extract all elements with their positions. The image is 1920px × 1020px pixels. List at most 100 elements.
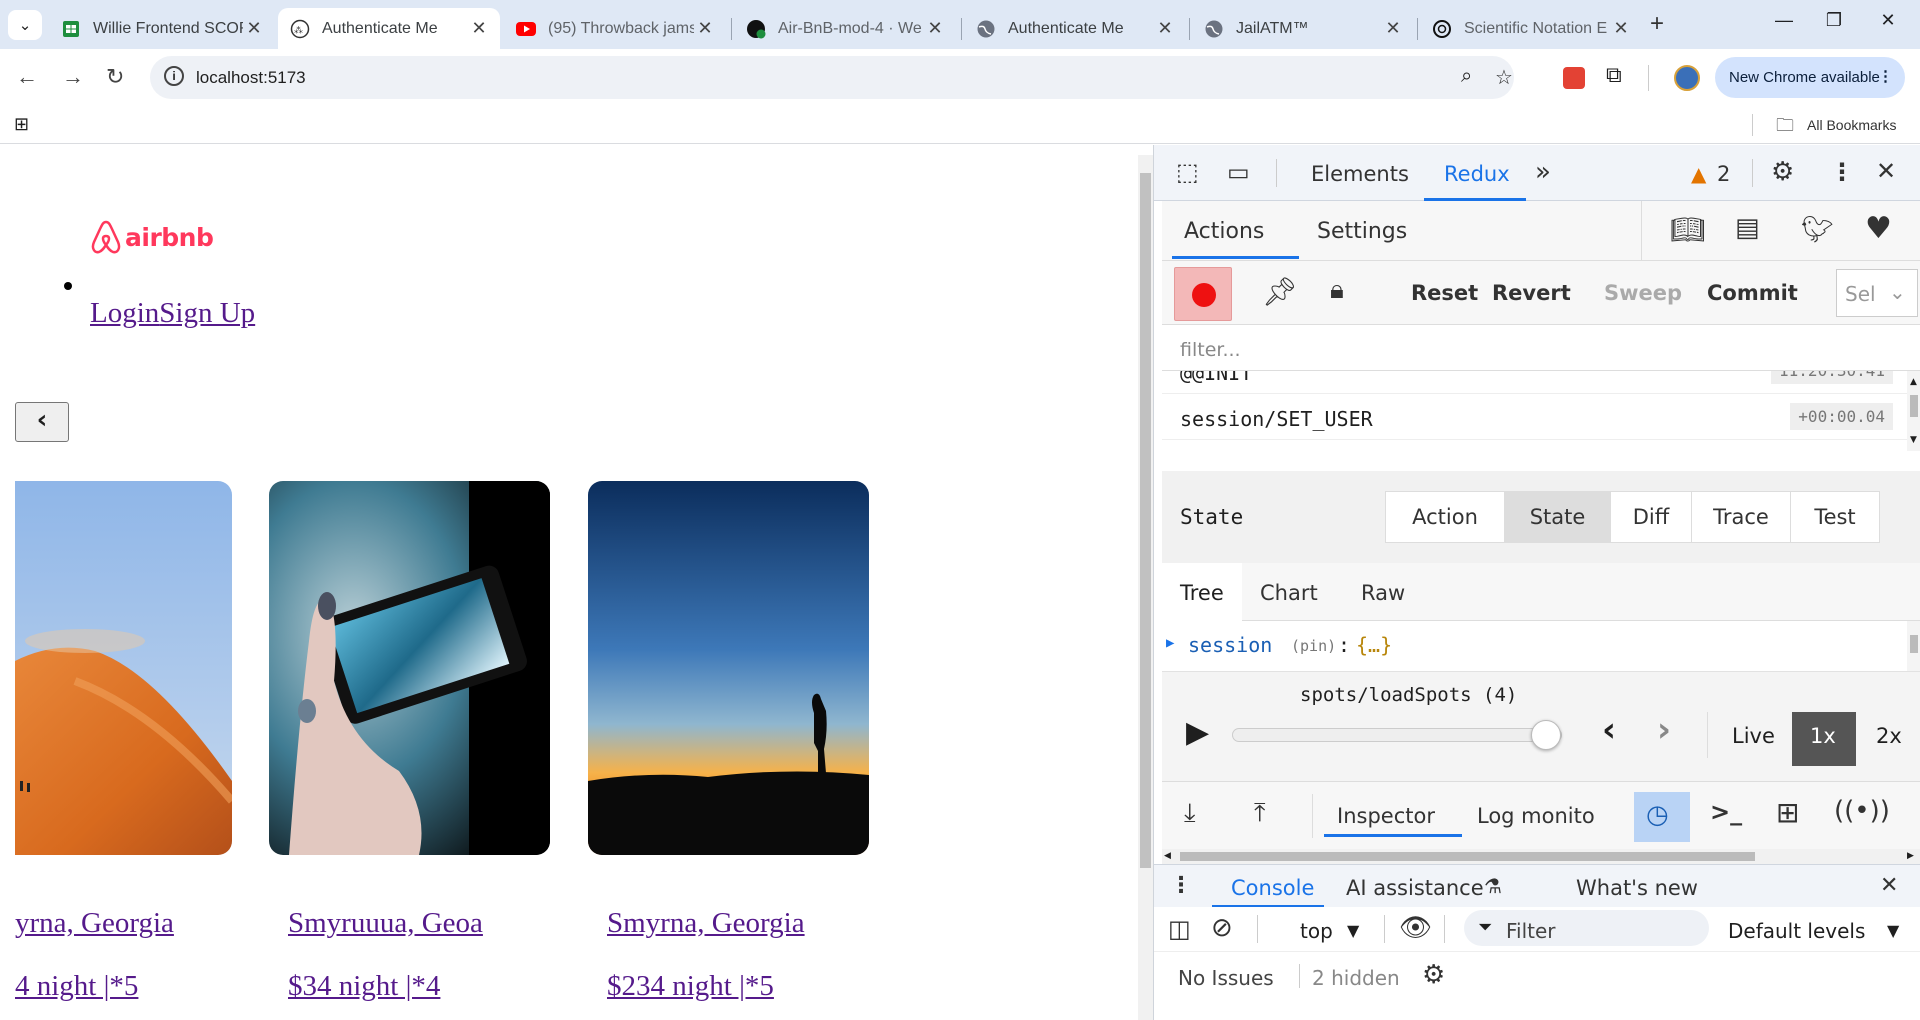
commit-button[interactable]: Commit [1707,281,1798,305]
tree-value[interactable]: {…} [1356,633,1392,657]
site-info-icon[interactable]: i [164,66,184,86]
heart-icon[interactable]: ♥ [1865,211,1892,246]
timeline-slider[interactable] [1232,720,1562,750]
window-close-icon[interactable]: ✕ [1864,10,1912,31]
close-icon[interactable]: ✕ [694,18,716,39]
horizontal-scrollbar[interactable]: ◀ ▶ [1162,849,1920,864]
tab-scientific-notation[interactable]: Scientific Notation E ✕ [1420,8,1642,49]
spot-price-link[interactable]: $34 night |*4 [288,970,440,1003]
minimize-icon[interactable]: — [1760,10,1808,31]
close-drawer-icon[interactable]: ✕ [1880,873,1898,898]
hidden-count-label[interactable]: 2 hidden [1312,966,1400,990]
restore-icon[interactable]: ❐ [1810,10,1858,31]
close-devtools-icon[interactable]: ✕ [1876,157,1896,185]
view-tab-diff[interactable]: Diff [1610,491,1692,543]
apps-grid-icon[interactable]: ⊞ [14,114,29,135]
tab-willie-frontend[interactable]: Willie Frontend SCOR ✕ [49,8,275,49]
new-chrome-available-button[interactable]: New Chrome available ⋮ [1715,57,1905,98]
remote-broadcast-icon[interactable]: ((•)) [1834,796,1890,826]
revert-button[interactable]: Revert [1492,281,1571,305]
tab-authenticate-me-active[interactable]: ⁂ Authenticate Me ✕ [278,8,500,49]
extension-icon[interactable] [1563,67,1585,89]
drawer-tab-whats-new[interactable]: What's new [1576,876,1698,900]
kebab-menu-icon[interactable]: ⋮ [1830,158,1854,186]
scroll-right-arrow[interactable]: ▶ [1907,851,1914,861]
bookmark-star-icon[interactable]: ☆ [1495,65,1513,90]
inspect-element-icon[interactable]: ⬚ [1176,158,1199,186]
slider-knob[interactable] [1531,720,1561,750]
console-filter-input[interactable]: ⏷ Filter [1464,910,1709,946]
sidebar-toggle-icon[interactable]: ◫ [1168,915,1191,943]
spot-image-sunset[interactable] [588,481,869,855]
play-icon[interactable]: ▶ [1186,715,1209,750]
live-button[interactable]: Live [1732,724,1775,748]
device-toolbar-icon[interactable]: ▭ [1227,158,1250,186]
drawer-tab-console[interactable]: Console [1231,876,1314,900]
back-arrow-icon[interactable]: ← [16,64,38,90]
scroll-up-arrow[interactable]: ▲ [1910,377,1917,387]
state-tab-raw[interactable]: Raw [1361,581,1405,605]
spot-location-link[interactable]: Smyrna, Georgia [607,907,805,940]
state-tab-tree[interactable]: Tree [1162,563,1242,621]
spot-image-desert[interactable] [15,481,232,855]
new-tab-button[interactable]: + [1650,10,1664,38]
pin-icon[interactable]: 📌︎ [1262,275,1298,308]
state-tab-chart[interactable]: Chart [1260,581,1318,605]
close-icon[interactable]: ✕ [924,18,946,39]
all-bookmarks-label[interactable]: All Bookmarks [1807,117,1896,133]
spot-price-link[interactable]: $234 night |*5 [607,970,774,1003]
tab-elements[interactable]: Elements [1311,162,1409,186]
address-bar[interactable]: i localhost:5173 ⌕ ☆ [150,56,1514,99]
scrollbar-thumb[interactable] [1910,395,1918,417]
chevron-down-icon[interactable]: ▼ [1347,921,1359,940]
grid-icon[interactable]: ⊞ [1776,796,1799,829]
close-icon[interactable]: ✕ [1154,18,1176,39]
action-row[interactable]: session/SET_USER +00:00.04 [1162,395,1907,440]
log-levels-dropdown[interactable]: Default levels [1728,919,1865,943]
close-icon[interactable]: ✕ [243,18,265,39]
reset-button[interactable]: Reset [1411,281,1478,305]
import-icon[interactable]: ⤓ [1184,798,1196,829]
step-forward-icon[interactable]: › [1657,710,1671,750]
tree-scrollbar[interactable] [1907,621,1920,671]
settings-gear-icon[interactable]: ⚙ [1771,157,1794,187]
page-scrollbar[interactable] [1138,155,1153,1020]
twitter-icon[interactable]: 🐦︎ [1801,215,1834,245]
tab-air-bnb-mod-4[interactable]: Air-BnB-mod-4 · We ✕ [734,8,956,49]
monitor-tab-inspector[interactable]: Inspector [1337,804,1435,828]
state-tree-row[interactable]: ▶ session (pin) : {…} [1162,621,1907,671]
select-monitor-dropdown[interactable]: Sel ⌄ [1836,269,1918,317]
view-tab-trace[interactable]: Trace [1691,491,1791,543]
context-selector[interactable]: top [1300,919,1333,943]
tab-redux[interactable]: Redux [1444,162,1510,186]
view-tab-test[interactable]: Test [1790,491,1880,543]
close-icon[interactable]: ✕ [1382,18,1404,39]
scroll-left-arrow[interactable]: ◀ [1164,851,1171,861]
scrollbar-thumb[interactable] [1910,635,1918,653]
chat-icon[interactable]: ▤ [1735,213,1760,243]
view-tab-state[interactable]: State [1504,491,1611,543]
close-icon[interactable]: ✕ [468,18,490,39]
kebab-menu-icon[interactable]: ⋮ [1878,67,1893,85]
tree-pin[interactable]: (pin) [1291,637,1336,655]
book-icon[interactable]: 📖︎ [1670,213,1706,246]
close-icon[interactable]: ✕ [1610,18,1632,39]
console-settings-gear-icon[interactable]: ⚙ [1422,960,1445,990]
spot-image-phone[interactable] [269,481,550,855]
login-link[interactable]: Login [90,297,159,329]
view-tab-action[interactable]: Action [1385,491,1505,543]
more-tabs-icon[interactable]: » [1535,157,1551,187]
action-row[interactable]: @@INIT 11:20:30.41 [1162,371,1907,394]
export-icon[interactable]: ⤒ [1254,798,1266,829]
carousel-back-button[interactable]: ‹ [15,402,69,442]
subtab-settings[interactable]: Settings [1317,219,1407,244]
terminal-icon[interactable]: >_ [1710,798,1742,826]
subtab-actions[interactable]: Actions [1184,219,1264,244]
drawer-tab-ai-assistance[interactable]: AI assistance [1346,876,1484,900]
speed-2x-button[interactable]: 2x [1876,724,1902,748]
airbnb-logo[interactable]: airbnb [90,219,214,255]
tab-search-button[interactable]: ⌄ [8,10,42,40]
drawer-menu-icon[interactable]: ⋮ [1170,873,1192,898]
tab-authenticate-me[interactable]: Authenticate Me ✕ [964,8,1186,49]
action-list-scrollbar[interactable]: ▲ ▼ [1907,371,1920,451]
